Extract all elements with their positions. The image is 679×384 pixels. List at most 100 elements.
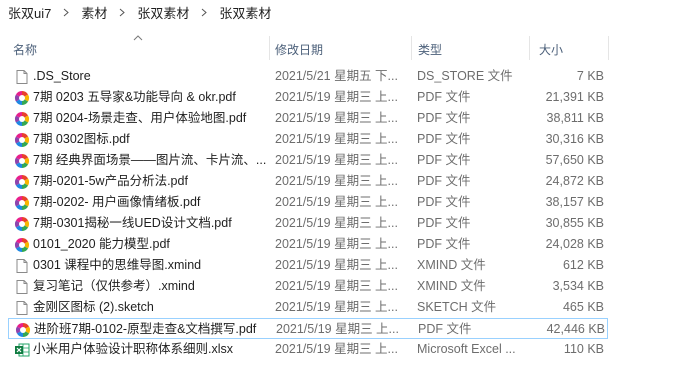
file-row[interactable]: 7期 0204-场景走查、用户体验地图.pdf 2021/5/19 星期三 上..… <box>8 108 608 129</box>
file-row[interactable]: 0301 课程中的思维导图.xmind 2021/5/19 星期三 上... XMI… <box>8 255 608 276</box>
pdf-app-icon <box>14 237 30 253</box>
excel-file-icon <box>14 342 30 358</box>
file-size: 30,855 KB <box>545 216 604 230</box>
chevron-right-icon <box>111 6 133 18</box>
file-name: 7期 0203 五导家&功能导向 & okr.pdf <box>33 90 236 104</box>
file-type: XMIND 文件 <box>417 279 486 293</box>
pdf-app-icon <box>14 111 30 127</box>
generic-file-icon <box>14 258 30 274</box>
file-size: 465 KB <box>562 300 604 314</box>
file-name: 金刚区图标 (2).sketch <box>33 300 154 314</box>
file-row[interactable]: 进阶班7期-0102-原型走查&文档撰写.pdf 2021/5/19 星期三 上.… <box>8 318 608 339</box>
pdf-app-icon <box>14 153 30 169</box>
column-header-size[interactable]: 大小 <box>536 42 563 58</box>
file-size: 110 KB <box>563 342 604 356</box>
file-size: 24,028 KB <box>545 237 604 251</box>
file-name: 0101_2020 能力模型.pdf <box>33 237 170 251</box>
sort-ascending-icon <box>133 35 143 41</box>
file-type: PDF 文件 <box>417 90 471 104</box>
file-size: 42,446 KB <box>546 322 605 336</box>
file-type: PDF 文件 <box>417 237 471 251</box>
file-type: Microsoft Excel ... <box>417 342 516 356</box>
file-row[interactable]: 7期 0302图标.pdf 2021/5/19 星期三 上... PDF 文件 30,… <box>8 129 608 150</box>
column-divider[interactable] <box>411 36 412 60</box>
file-type: PDF 文件 <box>417 195 471 209</box>
generic-file-icon <box>14 279 30 295</box>
file-size: 38,811 KB <box>546 111 604 125</box>
breadcrumb-item-2[interactable]: 素材 <box>77 3 111 22</box>
breadcrumb-item-3[interactable]: 张双素材 <box>133 3 193 22</box>
file-name: 7期-0201-5w产品分析法.pdf <box>33 174 188 188</box>
file-type: PDF 文件 <box>417 153 471 167</box>
file-name: .DS_Store <box>33 69 91 83</box>
file-modified-date: 2021/5/19 星期三 上... <box>275 132 398 146</box>
file-modified-date: 2021/5/21 星期五 下... <box>275 69 398 83</box>
pdf-app-icon <box>15 322 31 338</box>
pdf-app-icon <box>14 132 30 148</box>
breadcrumb-item-4[interactable]: 张双素材 <box>215 3 275 22</box>
file-modified-date: 2021/5/19 星期三 上... <box>275 153 398 167</box>
column-divider[interactable] <box>269 36 270 60</box>
file-row[interactable]: 7期 0203 五导家&功能导向 & okr.pdf 2021/5/19 星期三 … <box>8 87 608 108</box>
file-type: PDF 文件 <box>417 174 471 188</box>
file-size: 57,650 KB <box>545 153 604 167</box>
file-modified-date: 2021/5/19 星期三 上... <box>276 322 399 336</box>
file-modified-date: 2021/5/19 星期三 上... <box>275 300 398 314</box>
file-modified-date: 2021/5/19 星期三 上... <box>275 258 398 272</box>
file-modified-date: 2021/5/19 星期三 上... <box>275 111 398 125</box>
file-row[interactable]: 0101_2020 能力模型.pdf 2021/5/19 星期三 上... PDF … <box>8 234 608 255</box>
column-divider[interactable] <box>608 36 609 60</box>
file-modified-date: 2021/5/19 星期三 上... <box>275 216 398 230</box>
column-divider[interactable] <box>529 36 530 60</box>
file-row[interactable]: 复习笔记（仅供参考）.xmind 2021/5/19 星期三 上... XMIND … <box>8 276 608 297</box>
file-type: PDF 文件 <box>418 322 472 336</box>
file-name: 7期-0301揭秘一线UED设计文档.pdf <box>33 216 232 230</box>
file-size: 30,316 KB <box>545 132 604 146</box>
file-modified-date: 2021/5/19 星期三 上... <box>275 174 398 188</box>
file-size: 21,391 KB <box>545 90 604 104</box>
file-row[interactable]: 7期-0201-5w产品分析法.pdf 2021/5/19 星期三 上... PDF… <box>8 171 608 192</box>
file-type: PDF 文件 <box>417 132 471 146</box>
generic-file-icon <box>14 69 30 85</box>
column-header-date[interactable]: 修改日期 <box>272 42 323 58</box>
file-type: PDF 文件 <box>417 216 471 230</box>
file-type: SKETCH 文件 <box>417 300 497 314</box>
column-header-type[interactable]: 类型 <box>415 42 442 58</box>
pdf-app-icon <box>14 174 30 190</box>
file-name: 0301 课程中的思维导图.xmind <box>33 258 202 272</box>
file-row[interactable]: 小米用户体验设计职称体系细则.xlsx 2021/5/19 星期三 上... Mic… <box>8 339 608 360</box>
pdf-app-icon <box>14 216 30 232</box>
file-row[interactable]: 7期-0202- 用户画像情绪板.pdf 2021/5/19 星期三 上... PD… <box>8 192 608 213</box>
file-modified-date: 2021/5/19 星期三 上... <box>275 90 398 104</box>
file-modified-date: 2021/5/19 星期三 上... <box>275 237 398 251</box>
file-name: 7期-0202- 用户画像情绪板.pdf <box>33 195 201 209</box>
pdf-app-icon <box>14 195 30 211</box>
file-row[interactable]: 7期-0301揭秘一线UED设计文档.pdf 2021/5/19 星期三 上...… <box>8 213 608 234</box>
file-name: 7期 0302图标.pdf <box>33 132 130 146</box>
file-name: 进阶班7期-0102-原型走查&文档撰写.pdf <box>34 322 257 336</box>
file-size: 38,157 KB <box>545 195 604 209</box>
file-type: DS_STORE 文件 <box>417 69 513 83</box>
file-modified-date: 2021/5/19 星期三 上... <box>275 279 398 293</box>
breadcrumb: 张双ui7 素材 张双素材 张双素材 <box>0 0 679 24</box>
file-size: 7 KB <box>576 69 604 83</box>
chevron-right-icon <box>193 6 215 18</box>
file-row[interactable]: .DS_Store 2021/5/21 星期五 下... DS_STORE 文件 7 … <box>8 66 608 87</box>
pdf-app-icon <box>14 90 30 106</box>
file-name: 7期 经典界面场景——图片流、卡片流、... <box>33 153 267 167</box>
generic-file-icon <box>14 300 30 316</box>
file-modified-date: 2021/5/19 星期三 上... <box>275 195 398 209</box>
chevron-right-icon <box>55 6 77 18</box>
column-header-name[interactable]: 名称 <box>10 42 37 58</box>
file-size: 24,872 KB <box>545 174 604 188</box>
file-type: PDF 文件 <box>417 111 471 125</box>
file-size: 3,534 KB <box>552 279 604 293</box>
file-row[interactable]: 7期 经典界面场景——图片流、卡片流、... 2021/5/19 星期三 上...… <box>8 150 608 171</box>
column-header-bar <box>0 34 679 60</box>
file-row[interactable]: 金刚区图标 (2).sketch 2021/5/19 星期三 上... SKETCH… <box>8 297 608 318</box>
file-type: XMIND 文件 <box>417 258 486 272</box>
file-name: 7期 0204-场景走查、用户体验地图.pdf <box>33 111 247 125</box>
file-name: 复习笔记（仅供参考）.xmind <box>33 279 195 293</box>
breadcrumb-item-1[interactable]: 张双ui7 <box>4 3 55 22</box>
file-size: 612 KB <box>562 258 604 272</box>
